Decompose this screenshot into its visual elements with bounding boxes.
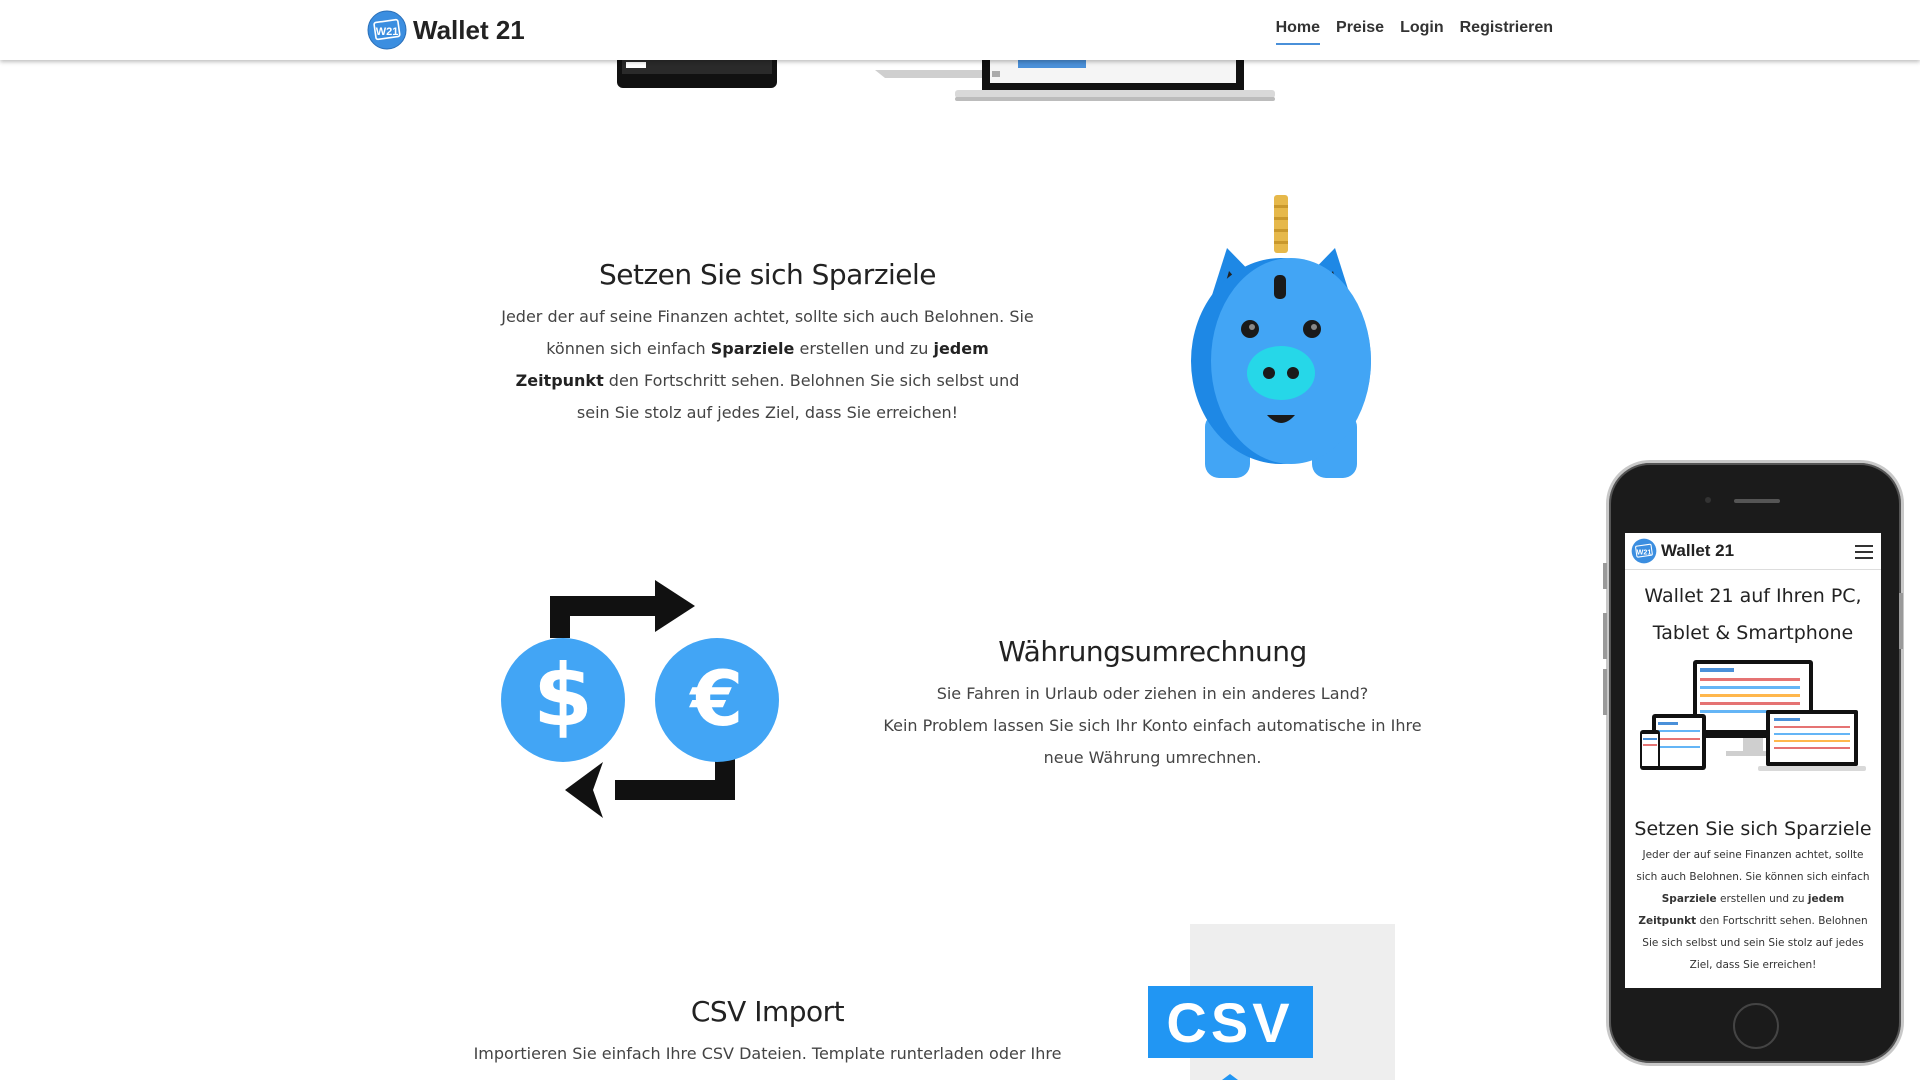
mobile-navbar: W21 Wallet 21: [1625, 533, 1881, 570]
wallet-logo-icon: W21: [1631, 538, 1657, 564]
piggy-bank-icon: [1191, 195, 1371, 478]
feature-currency: Währungsumrechnung Sie Fahren in Urlaub …: [870, 635, 1435, 774]
feature-text: Importieren Sie einfach Ihre CSV Dateien…: [473, 1044, 1062, 1063]
svg-text:W21: W21: [1637, 548, 1652, 556]
camera-icon: [1705, 497, 1711, 503]
mobile-hero-title: Wallet 21 auf Ihren PC, Tablet & Smartpho…: [1644, 585, 1862, 644]
nav-preise[interactable]: Preise: [1336, 19, 1384, 45]
mobile-feature-text: Jeder der auf seine Finanzen achtet, sol…: [1636, 849, 1870, 971]
nav-home[interactable]: Home: [1275, 19, 1321, 45]
csv-file-icon: CSV: [1148, 924, 1395, 1080]
feature-text: Sie Fahren in Urlaub oder ziehen in ein …: [883, 684, 1422, 767]
svg-text:€: €: [689, 654, 744, 743]
home-button[interactable]: [1733, 1003, 1779, 1049]
svg-text:W21: W21: [376, 26, 399, 38]
feature-savings: Setzen Sie sich Sparziele Jeder der auf …: [500, 258, 1035, 429]
speaker: [1734, 499, 1780, 503]
currency-exchange-icon: $ €: [501, 580, 779, 818]
feature-title: Setzen Sie sich Sparziele: [598, 258, 937, 291]
nav-login[interactable]: Login: [1400, 19, 1444, 45]
devices-image: [1640, 660, 1866, 771]
hamburger-menu-icon[interactable]: [1855, 545, 1873, 563]
feature-csv: CSV Import Importieren Sie einfach Ihre …: [470, 995, 1065, 1070]
phone-screen: W21 Wallet 21 Wallet 21 auf Ihren PC, Tab…: [1625, 533, 1881, 988]
navbar: W21 Wallet 21 Home Preise Login Registri…: [0, 0, 1920, 60]
main-nav: Home Preise Login Registrieren: [1275, 19, 1553, 45]
phone-mockup: W21 Wallet 21 Wallet 21 auf Ihren PC, Tab…: [1603, 460, 1904, 1066]
nav-registrieren[interactable]: Registrieren: [1460, 19, 1553, 45]
brand-link[interactable]: W21 Wallet 21: [367, 10, 525, 50]
mobile-brand-name: Wallet 21: [1661, 541, 1735, 560]
feature-title: CSV Import: [690, 995, 845, 1028]
svg-text:CSV: CSV: [1166, 991, 1293, 1054]
mobile-feature-title: Setzen Sie sich Sparziele: [1634, 818, 1872, 840]
svg-text:$: $: [533, 646, 593, 746]
brand-name: Wallet 21: [413, 14, 525, 45]
feature-text: Jeder der auf seine Finanzen achtet, sol…: [501, 307, 1034, 422]
wallet-logo-icon: W21: [367, 10, 407, 50]
feature-title: Währungsumrechnung: [998, 635, 1307, 668]
